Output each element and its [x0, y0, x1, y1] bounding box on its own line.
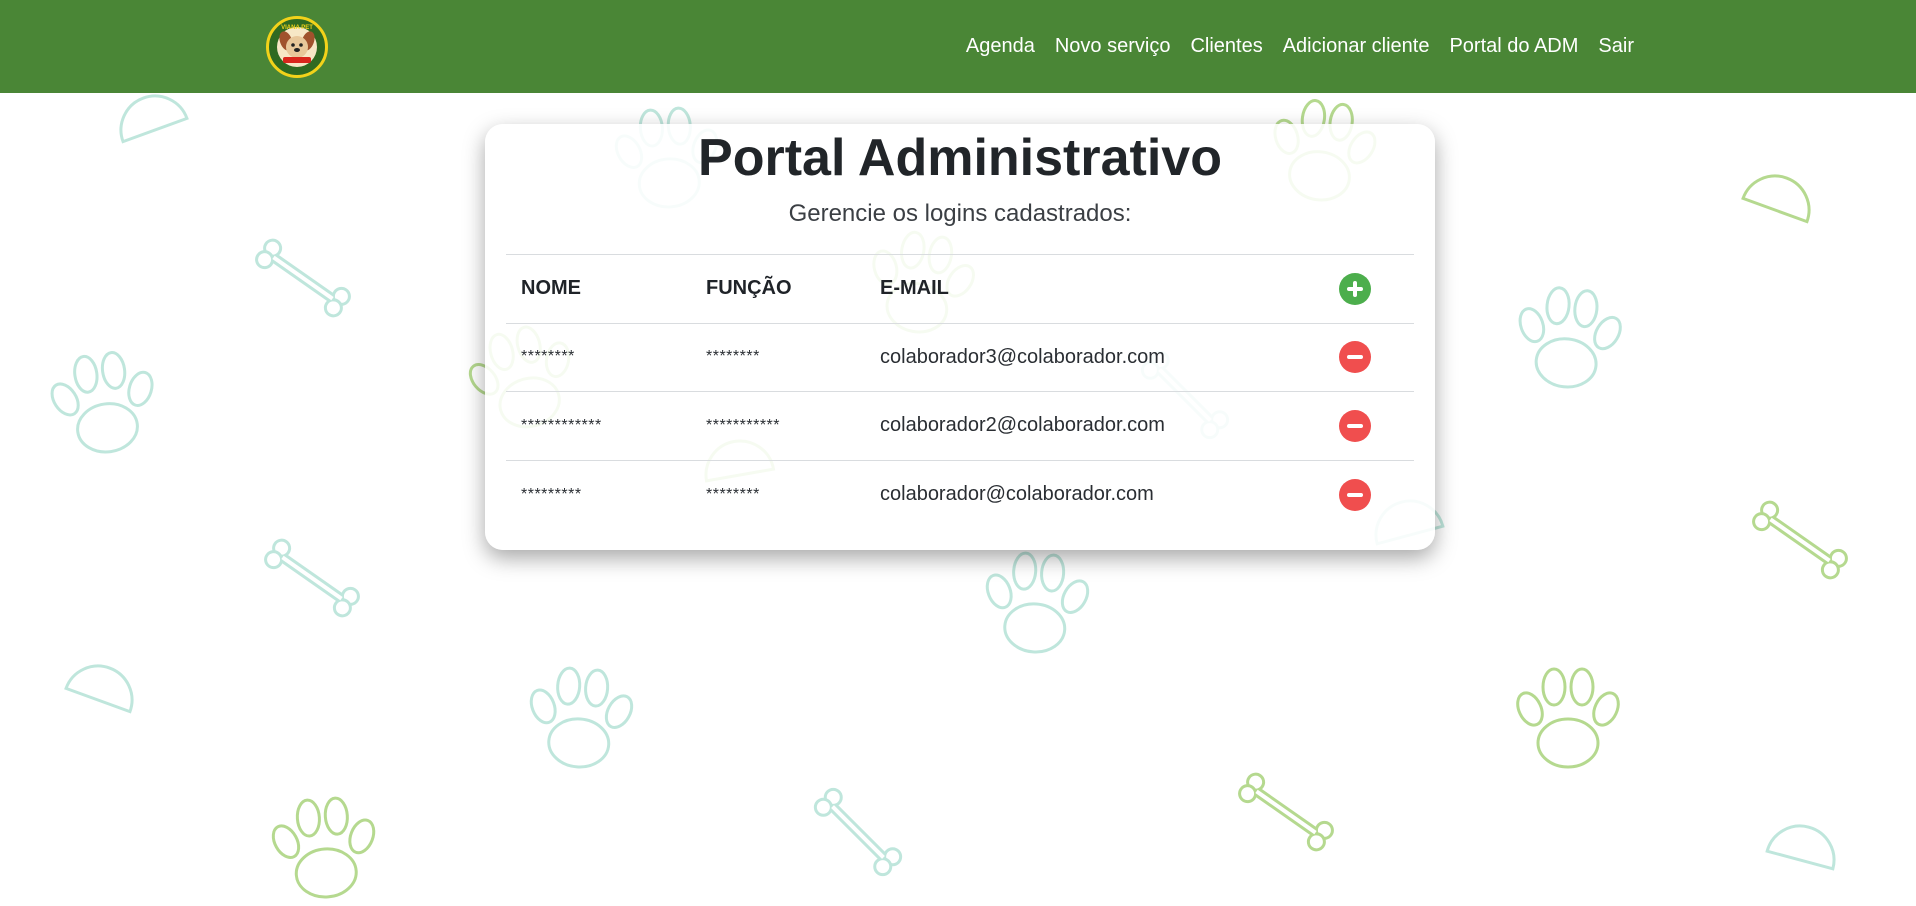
add-login-button[interactable] [1339, 272, 1371, 305]
bone-icon [1750, 499, 1849, 581]
remove-login-button[interactable] [1339, 409, 1371, 442]
page-title: Portal Administrativo [698, 129, 1222, 187]
bone-icon [262, 537, 361, 619]
nav-link-adicionar-cliente[interactable]: Adicionar cliente [1273, 35, 1440, 58]
nav-menu: Agenda Novo serviço Clientes Adicionar c… [956, 0, 1644, 93]
nav-link-clientes[interactable]: Clientes [1180, 35, 1272, 58]
bowl-icon [109, 84, 189, 144]
paw-icon [1507, 282, 1631, 395]
bone-icon [812, 786, 904, 878]
table-row: ********* ******** colaborador@colaborad… [506, 461, 1414, 530]
cell-email: colaborador2@colaborador.com [880, 414, 1165, 437]
cell-funcao: ******** [706, 485, 760, 503]
paw-icon [41, 345, 167, 461]
cell-email: colaborador@colaborador.com [880, 483, 1154, 506]
column-header-funcao: FUNÇÃO [706, 277, 792, 300]
navbar: VIANA PET Agenda Novo serviço Clientes A… [0, 0, 1916, 93]
table-row: ******** ******** colaborador3@colaborad… [506, 324, 1414, 392]
remove-login-button[interactable] [1339, 478, 1371, 511]
bowl-icon [1741, 164, 1821, 224]
bowl-icon [1765, 816, 1844, 871]
minus-icon [1347, 423, 1363, 428]
paw-icon [520, 663, 641, 773]
bone-icon [253, 237, 352, 319]
cell-nome: ******** [521, 348, 575, 366]
paw-icon [976, 548, 1097, 658]
nav-link-portal-adm[interactable]: Portal do ADM [1439, 35, 1588, 58]
dog-logo-icon: VIANA PET [271, 21, 323, 73]
nav-link-sair[interactable]: Sair [1588, 35, 1644, 58]
cell-funcao: ******** [706, 348, 760, 366]
table-header-row: NOME FUNÇÃO E-MAIL [506, 255, 1414, 324]
paw-icon [1511, 667, 1625, 769]
nav-link-novo-servico[interactable]: Novo serviço [1045, 35, 1181, 58]
brand-logo[interactable]: VIANA PET [266, 16, 328, 78]
nav-link-agenda[interactable]: Agenda [956, 35, 1045, 58]
column-header-nome: NOME [521, 277, 581, 300]
svg-text:VIANA PET: VIANA PET [281, 25, 313, 31]
remove-login-button[interactable] [1339, 341, 1371, 374]
logins-table: NOME FUNÇÃO E-MAIL ******** ******** col… [506, 254, 1414, 529]
bowl-icon [64, 654, 144, 714]
plus-icon [1347, 280, 1363, 297]
cell-email: colaborador3@colaborador.com [880, 345, 1165, 368]
cell-nome: ************ [521, 416, 602, 434]
column-header-email: E-MAIL [880, 277, 949, 300]
cell-funcao: *********** [706, 416, 780, 434]
minus-icon [1347, 355, 1363, 360]
bone-icon [1236, 771, 1335, 853]
table-row: ************ *********** colaborador2@co… [506, 392, 1414, 461]
paw-icon [264, 793, 385, 903]
admin-card: Portal Administrativo Gerencie os logins… [485, 124, 1435, 550]
minus-icon [1347, 492, 1363, 497]
cell-nome: ********* [521, 485, 582, 503]
page-subtitle: Gerencie os logins cadastrados: [788, 200, 1132, 227]
